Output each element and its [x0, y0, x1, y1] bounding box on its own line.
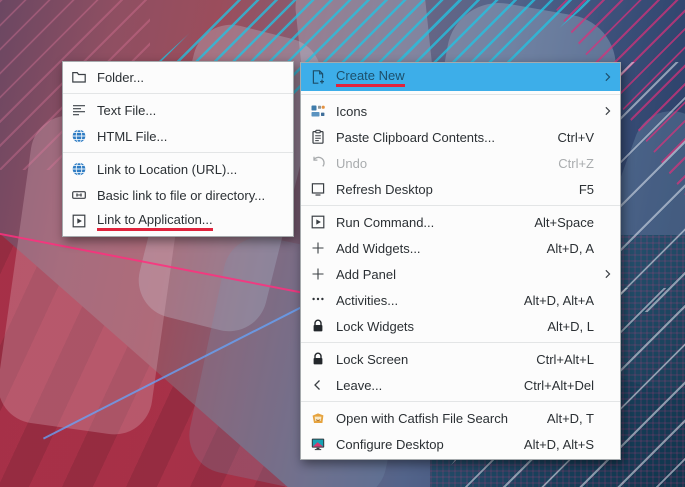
menu-separator [301, 94, 620, 95]
refresh-desktop-icon [310, 181, 326, 197]
menu-item-label: Basic link to file or directory... [97, 188, 265, 203]
menu-item-label: Add Panel [336, 267, 396, 282]
shortcut: Alt+D, A [523, 241, 594, 256]
monitor-icon [310, 436, 326, 452]
menu-separator [301, 401, 620, 402]
menu-item-label: Folder... [97, 70, 144, 85]
text-file-icon [71, 102, 87, 118]
menu-separator [301, 342, 620, 343]
menu-item-label-annotated: Link to Application... [97, 212, 213, 231]
shortcut: Ctrl+Alt+Del [500, 378, 594, 393]
undo-icon [310, 155, 326, 171]
shortcut: F5 [555, 182, 594, 197]
menu-item-folder[interactable]: Folder... [63, 64, 293, 90]
menu-item-label: Activities... [336, 293, 398, 308]
shortcut: Ctrl+Alt+L [512, 352, 594, 367]
menu-item-label-annotated: Create New [336, 68, 405, 87]
menu-item-create-new[interactable]: Create New [301, 63, 620, 91]
shortcut: Alt+D, T [523, 411, 594, 426]
menu-item-html-file[interactable]: HTML File... [63, 123, 293, 149]
menu-item-basic-link[interactable]: Basic link to file or directory... [63, 182, 293, 208]
menu-item-refresh-desktop[interactable]: Refresh Desktop F5 [301, 176, 620, 202]
menu-item-paste[interactable]: Paste Clipboard Contents... Ctrl+V [301, 124, 620, 150]
globe-icon [71, 161, 87, 177]
link-icon [71, 187, 87, 203]
menu-item-label: Refresh Desktop [336, 182, 433, 197]
globe-icon [71, 128, 87, 144]
chevron-left-icon [310, 377, 326, 393]
lock-icon [310, 318, 326, 334]
menu-item-label: Text File... [97, 103, 156, 118]
shortcut: Alt+Space [510, 215, 594, 230]
menu-item-link-to-application[interactable]: Link to Application... [63, 208, 293, 234]
shortcut: Ctrl+Z [534, 156, 594, 171]
menu-item-label: Paste Clipboard Contents... [336, 130, 495, 145]
menu-item-label: Add Widgets... [336, 241, 421, 256]
menu-item-label: Undo [336, 156, 367, 171]
menu-item-text-file[interactable]: Text File... [63, 97, 293, 123]
document-new-icon [310, 69, 326, 85]
menu-item-leave[interactable]: Leave... Ctrl+Alt+Del [301, 372, 620, 398]
chevron-right-icon [601, 71, 614, 84]
plus-icon [310, 240, 326, 256]
shortcut: Alt+D, L [523, 319, 594, 334]
menu-item-add-widgets[interactable]: Add Widgets... Alt+D, A [301, 235, 620, 261]
application-link-icon [71, 213, 87, 229]
menu-item-activities[interactable]: Activities... Alt+D, Alt+A [301, 287, 620, 313]
new-folder-icon [71, 69, 87, 85]
create-new-submenu: Folder... Text File... HTML File... Link… [62, 61, 294, 237]
menu-separator [63, 152, 293, 153]
shortcut: Alt+D, Alt+A [500, 293, 594, 308]
chevron-right-icon [601, 105, 614, 118]
menu-item-label: Lock Screen [336, 352, 408, 367]
menu-item-label: HTML File... [97, 129, 167, 144]
menu-item-open-with-catfish[interactable]: Open with Catfish File Search Alt+D, T [301, 405, 620, 431]
menu-item-icons[interactable]: Icons [301, 98, 620, 124]
menu-item-add-panel[interactable]: Add Panel [301, 261, 620, 287]
menu-item-label: Open with Catfish File Search [336, 411, 508, 426]
menu-item-undo: Undo Ctrl+Z [301, 150, 620, 176]
plus-icon [310, 266, 326, 282]
run-command-icon [310, 214, 326, 230]
lock-icon [310, 351, 326, 367]
menu-item-label: Link to Location (URL)... [97, 162, 237, 177]
menu-item-lock-widgets[interactable]: Lock Widgets Alt+D, L [301, 313, 620, 339]
menu-separator [301, 205, 620, 206]
menu-separator [63, 93, 293, 94]
icon-view-icon [310, 103, 326, 119]
menu-item-label: Icons [336, 104, 367, 119]
chevron-right-icon [601, 268, 614, 281]
shortcut: Ctrl+V [534, 130, 594, 145]
dots-icon [310, 292, 326, 308]
desktop-context-menu: Create New Icons Paste Clipboard Content… [300, 62, 621, 460]
menu-item-configure-desktop[interactable]: Configure Desktop Alt+D, Alt+S [301, 431, 620, 457]
shortcut: Alt+D, Alt+S [500, 437, 594, 452]
menu-item-label: Lock Widgets [336, 319, 414, 334]
menu-item-run-command[interactable]: Run Command... Alt+Space [301, 209, 620, 235]
menu-item-link-to-location[interactable]: Link to Location (URL)... [63, 156, 293, 182]
catfish-icon [310, 410, 326, 426]
menu-item-lock-screen[interactable]: Lock Screen Ctrl+Alt+L [301, 346, 620, 372]
menu-item-label: Leave... [336, 378, 382, 393]
clipboard-icon [310, 129, 326, 145]
menu-item-label: Run Command... [336, 215, 434, 230]
menu-item-label: Configure Desktop [336, 437, 444, 452]
